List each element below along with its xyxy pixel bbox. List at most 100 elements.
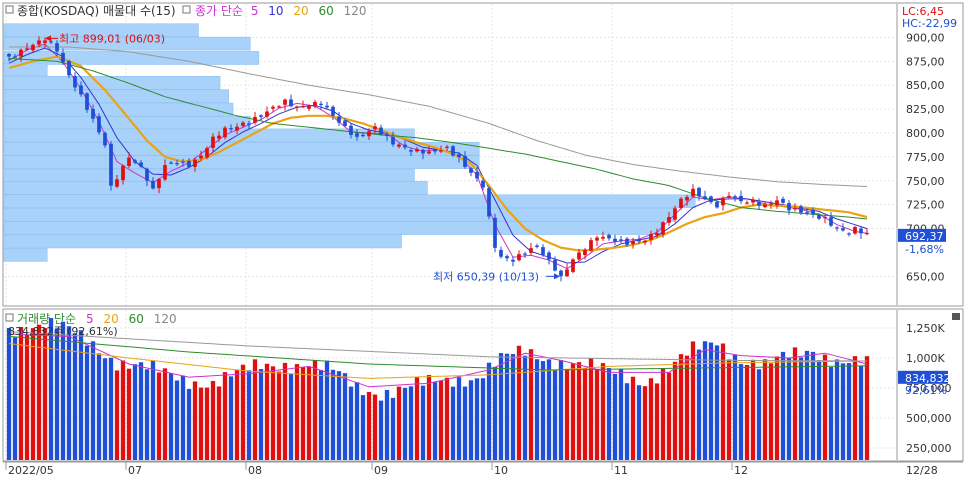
volume-legend-box-icon[interactable] [5,313,14,322]
volume-bar [252,359,258,460]
volume-bar [666,372,672,460]
candle-body [181,161,185,163]
candle-body [715,202,719,208]
candle-body [721,198,725,206]
volume-bar [564,368,570,460]
volume-bar [534,359,540,460]
candle-body [187,160,191,168]
candle-body [805,212,809,214]
candle-body [685,196,689,201]
time-tick-label: 07 [128,464,142,477]
volume-bar [150,360,156,460]
ma-legend-label: 종가 단순 [195,4,243,18]
candle-body [847,233,851,235]
candle-body [463,155,467,167]
candle-body [763,204,767,208]
volume-profile-bar [3,141,480,156]
candle-body [169,162,173,164]
candle-body [13,56,17,58]
panel-collapse-icon[interactable] [952,313,960,320]
candle-body [691,188,695,197]
candle-body [109,143,113,186]
candle-body [601,236,605,239]
volume-bar [336,371,342,460]
price-tick-label: 775,00 [906,151,945,164]
volume-bar [810,351,816,460]
candle-body [37,40,41,45]
candle-body [523,253,527,255]
volume-profile-bar [3,155,480,169]
candle-body [409,150,413,152]
time-tick-label: 12/28 [906,464,938,477]
candle-body [751,199,755,203]
candle-body [361,134,365,137]
volume-profile-bar [3,51,260,65]
volume-bar [360,395,366,460]
candle-body [259,115,263,117]
candle-body [205,148,209,158]
ma-legend-5: 5 [251,4,259,18]
volume-bar [570,363,576,460]
candle-body [547,252,551,260]
ma-legend-box-icon[interactable] [182,5,191,14]
volume-bar [864,356,870,460]
candle-body [853,227,857,234]
volume-bar [192,381,198,460]
volume-bar [576,362,582,460]
volume-bar [720,343,726,460]
candle-body [295,106,299,108]
volume-bar [804,350,810,460]
candle-body [859,228,863,234]
low-annotation: 최저 650,39 (10/13) [433,270,539,283]
price-tick-label: 875,00 [906,55,945,68]
ma-legend-20: 20 [293,4,308,18]
candle-body [427,151,431,154]
volume-bar [126,368,132,460]
volume-bar [156,372,162,460]
candle-body [103,132,107,146]
candle-body [679,198,683,208]
candle-body [379,127,383,135]
candle-body [277,106,281,108]
candle-body [469,168,473,173]
volume-bar [756,369,762,460]
candle-body [649,234,653,240]
volume-bar [642,386,648,460]
chart-window: 900,00 875,00 850,00 825,00 800,00 775,00 750,… [0,0,966,485]
high-annotation: 최고 899,01 (06/03) [59,32,165,45]
volume-bar [294,364,300,460]
time-tick-label: 08 [248,464,262,477]
candle-body [175,163,179,165]
change-percent: -1,68% [905,243,944,256]
legend-box-icon[interactable] [5,5,14,14]
candle-body [559,270,563,277]
candle-body [337,116,341,123]
candle-body [313,101,317,107]
candle-body [211,136,215,148]
candle-body [811,209,815,215]
volume-profile-bar [3,207,674,222]
volume-bar [54,328,60,460]
volume-bar [678,354,684,460]
volume-bar [222,372,228,460]
volume-bar [66,326,72,460]
candle-body [325,105,329,108]
volume-bar [792,347,798,460]
candle-body [739,195,743,202]
volume-bar [288,373,294,460]
candle-body [67,60,71,76]
volume-profile-bar [3,221,661,235]
candle-body [865,232,869,235]
candle-body [529,248,533,253]
volume-bar [828,367,834,460]
volume-bar [852,356,858,460]
volume-bar [648,378,654,460]
volume-bar [180,375,186,460]
candle-body [403,144,407,148]
last-volume-percent: 92,61% [905,384,947,397]
volume-bar [48,318,54,460]
volume-bar [258,368,264,460]
volume-bar [552,369,558,460]
candle-body [667,217,671,223]
candle-body [541,247,545,255]
